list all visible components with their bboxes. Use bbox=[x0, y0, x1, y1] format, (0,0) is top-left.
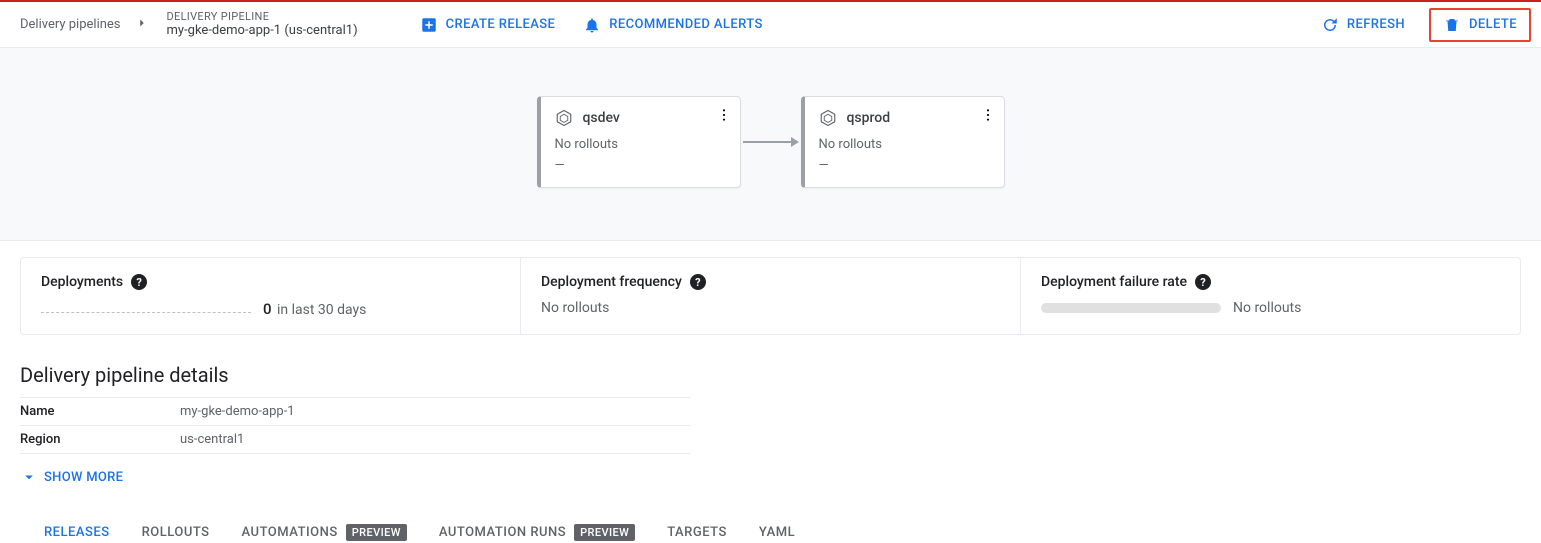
metric-frequency: Deployment frequency ? No rollouts bbox=[520, 258, 1020, 334]
tab-label: AUTOMATION RUNS bbox=[439, 525, 566, 540]
tab-automation-runs[interactable]: AUTOMATION RUNS PREVIEW bbox=[439, 512, 635, 543]
refresh-button[interactable]: REFRESH bbox=[1311, 10, 1415, 40]
metric-value: 0 bbox=[263, 300, 272, 318]
tab-label: TARGETS bbox=[667, 525, 727, 540]
preview-badge: PREVIEW bbox=[346, 524, 407, 541]
stage-card[interactable]: qsprod No rollouts — bbox=[801, 96, 1005, 188]
tab-rollouts[interactable]: ROLLOUTS bbox=[142, 512, 210, 543]
breadcrumb-current: DELIVERY PIPELINE my-gke-demo-app-1 (us-… bbox=[167, 10, 358, 39]
tab-automations[interactable]: AUTOMATIONS PREVIEW bbox=[242, 512, 407, 543]
content-area: Deployments ? 0 in last 30 days Deployme… bbox=[0, 241, 1541, 543]
stage-detail: — bbox=[555, 158, 726, 173]
tab-targets[interactable]: TARGETS bbox=[667, 512, 727, 543]
stage-row: qsdev No rollouts — qsprod No rollouts — bbox=[537, 96, 1005, 188]
recommended-alerts-label: RECOMMENDED ALERTS bbox=[609, 17, 762, 32]
breadcrumb-title: my-gke-demo-app-1 (us-central1) bbox=[167, 23, 358, 39]
metric-value: No rollouts bbox=[541, 300, 609, 316]
stage-name: qsprod bbox=[847, 110, 891, 126]
help-icon[interactable]: ? bbox=[1195, 274, 1211, 290]
tab-label: AUTOMATIONS bbox=[242, 525, 338, 540]
tab-label: ROLLOUTS bbox=[142, 525, 210, 540]
sparkline-placeholder bbox=[41, 305, 251, 313]
detail-value: us-central1 bbox=[180, 426, 690, 454]
tab-yaml[interactable]: YAML bbox=[759, 512, 795, 543]
gke-icon bbox=[555, 109, 573, 127]
stage-status: No rollouts bbox=[555, 137, 726, 152]
tab-releases[interactable]: RELEASES bbox=[44, 512, 110, 543]
delete-button[interactable]: DELETE bbox=[1435, 12, 1525, 38]
tabs: RELEASES ROLLOUTS AUTOMATIONS PREVIEW AU… bbox=[20, 512, 1521, 543]
gke-icon bbox=[819, 109, 837, 127]
metric-title: Deployment failure rate bbox=[1041, 274, 1187, 290]
table-row: Region us-central1 bbox=[20, 426, 690, 454]
metric-suffix: in last 30 days bbox=[277, 302, 366, 318]
bell-alert-icon bbox=[583, 16, 601, 34]
create-release-button[interactable]: CREATE RELEASE bbox=[410, 10, 566, 40]
stage-menu-button[interactable] bbox=[980, 107, 996, 127]
tab-label: YAML bbox=[759, 525, 795, 540]
preview-badge: PREVIEW bbox=[574, 524, 635, 541]
table-row: Name my-gke-demo-app-1 bbox=[20, 398, 690, 426]
show-more-label: SHOW MORE bbox=[44, 470, 123, 485]
trash-icon bbox=[1443, 16, 1461, 34]
pipeline-graph: qsdev No rollouts — qsprod No rollouts — bbox=[0, 48, 1541, 241]
detail-key: Region bbox=[20, 426, 180, 454]
refresh-label: REFRESH bbox=[1347, 17, 1405, 32]
detail-value: my-gke-demo-app-1 bbox=[180, 398, 690, 426]
help-icon[interactable]: ? bbox=[690, 274, 706, 290]
tab-label: RELEASES bbox=[44, 525, 110, 540]
stage-card[interactable]: qsdev No rollouts — bbox=[537, 96, 741, 188]
details-heading: Delivery pipeline details bbox=[20, 363, 1521, 387]
recommended-alerts-button[interactable]: RECOMMENDED ALERTS bbox=[573, 10, 772, 40]
delete-highlight: DELETE bbox=[1429, 8, 1531, 42]
metric-deployments: Deployments ? 0 in last 30 days bbox=[21, 258, 520, 334]
stage-menu-button[interactable] bbox=[716, 107, 732, 127]
breadcrumb-category: DELIVERY PIPELINE bbox=[167, 10, 358, 23]
stage-arrow bbox=[743, 141, 799, 143]
metric-failure-rate: Deployment failure rate ? No rollouts bbox=[1020, 258, 1520, 334]
stage-detail: — bbox=[819, 158, 990, 173]
help-icon[interactable]: ? bbox=[131, 274, 147, 290]
metric-title: Deployments bbox=[41, 274, 123, 290]
delete-label: DELETE bbox=[1469, 17, 1517, 32]
metric-value: No rollouts bbox=[1233, 300, 1301, 316]
metrics-panel: Deployments ? 0 in last 30 days Deployme… bbox=[20, 257, 1521, 335]
stage-status: No rollouts bbox=[819, 137, 990, 152]
create-release-label: CREATE RELEASE bbox=[446, 17, 556, 32]
chevron-right-icon bbox=[135, 16, 149, 34]
show-more-button[interactable]: SHOW MORE bbox=[20, 468, 123, 486]
refresh-icon bbox=[1321, 16, 1339, 34]
add-box-icon bbox=[420, 16, 438, 34]
top-bar: Delivery pipelines DELIVERY PIPELINE my-… bbox=[0, 0, 1541, 48]
breadcrumb-root[interactable]: Delivery pipelines bbox=[20, 17, 121, 32]
stage-name: qsdev bbox=[583, 110, 620, 126]
failure-bar bbox=[1041, 303, 1221, 313]
chevron-down-icon bbox=[20, 468, 38, 486]
metric-title: Deployment frequency bbox=[541, 274, 682, 290]
detail-key: Name bbox=[20, 398, 180, 426]
details-table: Name my-gke-demo-app-1 Region us-central… bbox=[20, 397, 690, 454]
